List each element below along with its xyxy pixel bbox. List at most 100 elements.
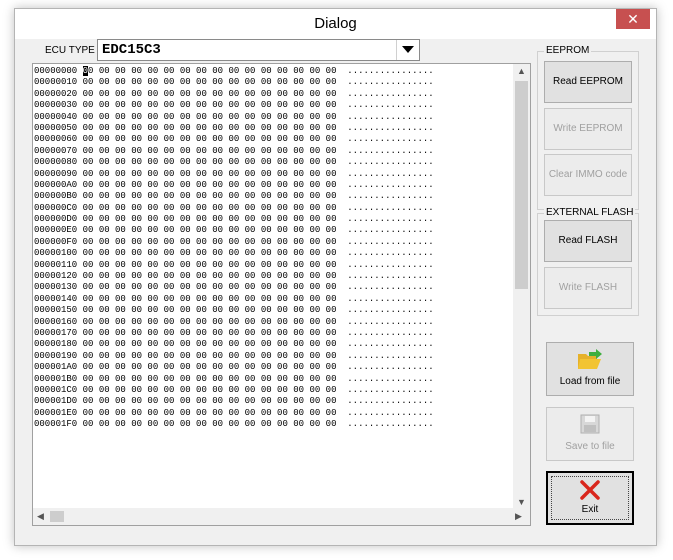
hex-ascii: ................ [347, 168, 434, 179]
hex-row[interactable]: 000001C0 00 00 00 00 00 00 00 00 00 00 0… [34, 385, 434, 396]
hex-bytes[interactable]: 00 00 00 00 00 00 00 00 00 00 00 00 00 0… [83, 351, 337, 361]
scroll-up-icon[interactable]: ▲ [517, 66, 526, 76]
hex-bytes[interactable]: 00 00 00 00 00 00 00 00 00 00 00 00 00 0… [83, 89, 337, 99]
read-eeprom-button[interactable]: Read EEPROM [544, 61, 632, 103]
hex-row[interactable]: 000001B0 00 00 00 00 00 00 00 00 00 00 0… [34, 374, 434, 385]
close-icon: ✕ [627, 11, 639, 27]
horizontal-scroll-thumb[interactable] [50, 511, 64, 522]
ecu-type-label: ECU TYPE [45, 45, 95, 56]
hex-address: 000000D0 [34, 214, 78, 225]
hex-row[interactable]: 00000020 00 00 00 00 00 00 00 00 00 00 0… [34, 89, 434, 100]
horizontal-scrollbar[interactable]: ◀ ▶ [33, 508, 530, 525]
hex-bytes[interactable]: 00 00 00 00 00 00 00 00 00 00 00 00 00 0… [83, 180, 337, 190]
ecu-type-select[interactable]: EDC15C3 [97, 39, 420, 61]
hex-bytes[interactable]: 00 00 00 00 00 00 00 00 00 00 00 00 00 0… [83, 237, 337, 247]
folder-open-icon [547, 349, 633, 374]
write-eeprom-button[interactable]: Write EEPROM [544, 108, 632, 150]
hex-bytes[interactable]: 00 00 00 00 00 00 00 00 00 00 00 00 00 0… [83, 282, 337, 292]
clear-immo-button[interactable]: Clear IMMO code [544, 154, 632, 196]
hex-row[interactable]: 000000C0 00 00 00 00 00 00 00 00 00 00 0… [34, 203, 434, 214]
hex-editor[interactable]: 00000000 00 00 00 00 00 00 00 00 00 00 0… [32, 63, 531, 526]
hex-row[interactable]: 00000110 00 00 00 00 00 00 00 00 00 00 0… [34, 260, 434, 271]
hex-bytes[interactable]: 00 00 00 00 00 00 00 00 00 00 00 00 00 0… [83, 100, 337, 110]
hex-bytes[interactable]: 00 00 00 00 00 00 00 00 00 00 00 00 00 0… [83, 339, 337, 349]
hex-row[interactable]: 000000E0 00 00 00 00 00 00 00 00 00 00 0… [34, 225, 434, 236]
ecu-dropdown-button[interactable] [396, 40, 419, 60]
hex-bytes[interactable]: 00 00 00 00 00 00 00 00 00 00 00 00 00 0… [83, 112, 337, 122]
hex-bytes[interactable]: 00 00 00 00 00 00 00 00 00 00 00 00 00 0… [83, 317, 337, 327]
hex-bytes[interactable]: 00 00 00 00 00 00 00 00 00 00 00 00 00 0… [83, 271, 337, 281]
hex-ascii: ................ [347, 396, 434, 407]
hex-ascii: ................ [347, 373, 434, 384]
hex-bytes[interactable]: 0 00 00 00 00 00 00 00 00 00 00 00 00 00… [88, 66, 336, 76]
hex-bytes[interactable]: 00 00 00 00 00 00 00 00 00 00 00 00 00 0… [83, 408, 337, 418]
read-flash-button[interactable]: Read FLASH [544, 220, 632, 262]
hex-bytes[interactable]: 00 00 00 00 00 00 00 00 00 00 00 00 00 0… [83, 157, 337, 167]
hex-row[interactable]: 000001A0 00 00 00 00 00 00 00 00 00 00 0… [34, 362, 434, 373]
scroll-left-icon[interactable]: ◀ [37, 511, 44, 522]
hex-row[interactable]: 00000060 00 00 00 00 00 00 00 00 00 00 0… [34, 134, 434, 145]
close-button[interactable]: ✕ [616, 9, 650, 29]
hex-row[interactable]: 00000080 00 00 00 00 00 00 00 00 00 00 0… [34, 157, 434, 168]
hex-row[interactable]: 000000A0 00 00 00 00 00 00 00 00 00 00 0… [34, 180, 434, 191]
hex-row[interactable]: 000001D0 00 00 00 00 00 00 00 00 00 00 0… [34, 396, 434, 407]
hex-bytes[interactable]: 00 00 00 00 00 00 00 00 00 00 00 00 00 0… [83, 225, 337, 235]
hex-ascii: ................ [347, 145, 434, 156]
hex-row[interactable]: 00000050 00 00 00 00 00 00 00 00 00 00 0… [34, 123, 434, 134]
hex-row[interactable]: 00000130 00 00 00 00 00 00 00 00 00 00 0… [34, 282, 434, 293]
hex-row[interactable]: 000000D0 00 00 00 00 00 00 00 00 00 00 0… [34, 214, 434, 225]
hex-bytes[interactable]: 00 00 00 00 00 00 00 00 00 00 00 00 00 0… [83, 169, 337, 179]
hex-address: 00000150 [34, 305, 78, 316]
hex-row[interactable]: 00000100 00 00 00 00 00 00 00 00 00 00 0… [34, 248, 434, 259]
hex-bytes[interactable]: 00 00 00 00 00 00 00 00 00 00 00 00 00 0… [83, 134, 337, 144]
hex-address: 000000C0 [34, 202, 78, 213]
hex-bytes[interactable]: 00 00 00 00 00 00 00 00 00 00 00 00 00 0… [83, 123, 337, 133]
hex-row[interactable]: 000001E0 00 00 00 00 00 00 00 00 00 00 0… [34, 408, 434, 419]
hex-bytes[interactable]: 00 00 00 00 00 00 00 00 00 00 00 00 00 0… [83, 374, 337, 384]
hex-row[interactable]: 00000000 00 00 00 00 00 00 00 00 00 00 0… [34, 66, 434, 77]
hex-bytes[interactable]: 00 00 00 00 00 00 00 00 00 00 00 00 00 0… [83, 191, 337, 201]
hex-bytes[interactable]: 00 00 00 00 00 00 00 00 00 00 00 00 00 0… [83, 396, 337, 406]
hex-bytes[interactable]: 00 00 00 00 00 00 00 00 00 00 00 00 00 0… [83, 419, 337, 429]
hex-row[interactable]: 00000090 00 00 00 00 00 00 00 00 00 00 0… [34, 169, 434, 180]
hex-bytes[interactable]: 00 00 00 00 00 00 00 00 00 00 00 00 00 0… [83, 146, 337, 156]
hex-row[interactable]: 00000030 00 00 00 00 00 00 00 00 00 00 0… [34, 100, 434, 111]
hex-row[interactable]: 00000180 00 00 00 00 00 00 00 00 00 00 0… [34, 339, 434, 350]
hex-bytes[interactable]: 00 00 00 00 00 00 00 00 00 00 00 00 00 0… [83, 385, 337, 395]
hex-ascii: ................ [347, 259, 434, 270]
hex-bytes[interactable]: 00 00 00 00 00 00 00 00 00 00 00 00 00 0… [83, 77, 337, 87]
vertical-scrollbar[interactable]: ▲ ▼ [513, 64, 530, 509]
hex-ascii: ................ [347, 293, 434, 304]
hex-row[interactable]: 00000170 00 00 00 00 00 00 00 00 00 00 0… [34, 328, 434, 339]
hex-bytes[interactable]: 00 00 00 00 00 00 00 00 00 00 00 00 00 0… [83, 305, 337, 315]
scroll-down-icon[interactable]: ▼ [517, 497, 526, 507]
load-from-file-button[interactable]: Load from file [546, 342, 634, 396]
hex-row[interactable]: 00000140 00 00 00 00 00 00 00 00 00 00 0… [34, 294, 434, 305]
hex-bytes[interactable]: 00 00 00 00 00 00 00 00 00 00 00 00 00 0… [83, 260, 337, 270]
hex-row[interactable]: 000000B0 00 00 00 00 00 00 00 00 00 00 0… [34, 191, 434, 202]
hex-row[interactable]: 00000190 00 00 00 00 00 00 00 00 00 00 0… [34, 351, 434, 362]
hex-row[interactable]: 00000150 00 00 00 00 00 00 00 00 00 00 0… [34, 305, 434, 316]
scroll-right-icon[interactable]: ▶ [515, 511, 522, 522]
hex-bytes[interactable]: 00 00 00 00 00 00 00 00 00 00 00 00 00 0… [83, 214, 337, 224]
hex-row[interactable]: 000001F0 00 00 00 00 00 00 00 00 00 00 0… [34, 419, 434, 430]
save-to-file-button[interactable]: Save to file [546, 407, 634, 461]
write-flash-button[interactable]: Write FLASH [544, 267, 632, 309]
hex-address: 00000100 [34, 248, 78, 259]
vertical-scroll-thumb[interactable] [515, 81, 528, 289]
hex-ascii: ................ [347, 66, 434, 76]
hex-row[interactable]: 00000120 00 00 00 00 00 00 00 00 00 00 0… [34, 271, 434, 282]
hex-row[interactable]: 00000070 00 00 00 00 00 00 00 00 00 00 0… [34, 146, 434, 157]
hex-ascii: ................ [347, 134, 434, 145]
hex-row[interactable]: 00000160 00 00 00 00 00 00 00 00 00 00 0… [34, 317, 434, 328]
hex-bytes[interactable]: 00 00 00 00 00 00 00 00 00 00 00 00 00 0… [83, 362, 337, 372]
hex-bytes[interactable]: 00 00 00 00 00 00 00 00 00 00 00 00 00 0… [83, 203, 337, 213]
hex-row[interactable]: 00000010 00 00 00 00 00 00 00 00 00 00 0… [34, 77, 434, 88]
hex-bytes[interactable]: 00 00 00 00 00 00 00 00 00 00 00 00 00 0… [83, 248, 337, 258]
hex-row[interactable]: 000000F0 00 00 00 00 00 00 00 00 00 00 0… [34, 237, 434, 248]
hex-bytes[interactable]: 00 00 00 00 00 00 00 00 00 00 00 00 00 0… [83, 294, 337, 304]
hex-bytes[interactable]: 00 00 00 00 00 00 00 00 00 00 00 00 00 0… [83, 328, 337, 338]
hex-address: 000001D0 [34, 396, 78, 407]
exit-button[interactable]: Exit [546, 471, 634, 525]
hex-row[interactable]: 00000040 00 00 00 00 00 00 00 00 00 00 0… [34, 112, 434, 123]
